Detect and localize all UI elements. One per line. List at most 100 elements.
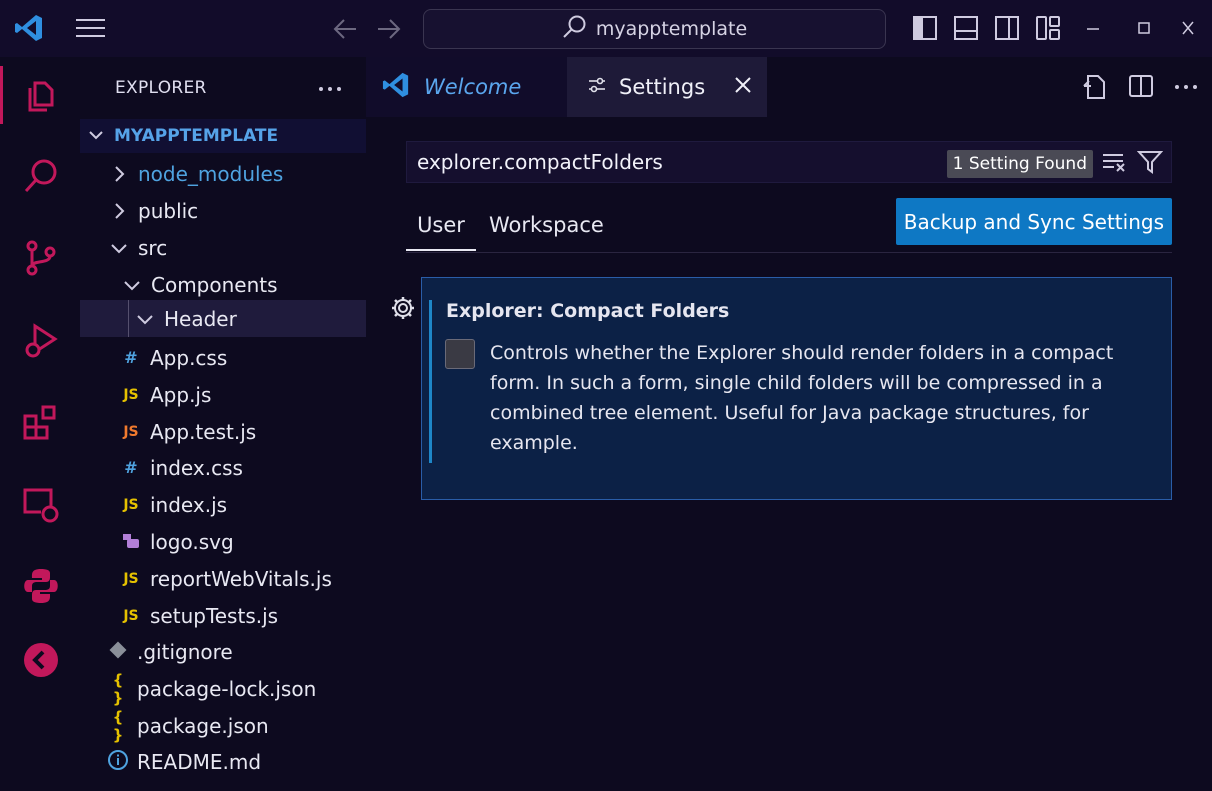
tab-label: Welcome — [424, 75, 522, 99]
tree-item-label: index.js — [150, 492, 228, 517]
settings-found-badge: 1 Setting Found — [946, 150, 1093, 178]
open-settings-json-icon[interactable] — [1080, 73, 1108, 105]
indent-guide — [128, 300, 129, 337]
tree-item-index-js[interactable]: JS index.js — [80, 486, 366, 523]
tree-item-public[interactable]: public — [80, 192, 366, 229]
sidebar-header: EXPLORER — [80, 57, 366, 119]
tree-item-src[interactable]: src — [80, 229, 366, 266]
setting-gear-icon[interactable] — [390, 295, 416, 325]
workspace-root-label: MYAPPTEMPLATE — [114, 126, 279, 146]
toggle-primary-sidebar-icon[interactable] — [912, 15, 938, 45]
tree-item-label: package.json — [137, 713, 269, 738]
title-bar: myapptemplate — [0, 0, 1212, 57]
css-file-icon: # — [124, 458, 138, 477]
explorer-sidebar: EXPLORER MYAPPTEMPLATE node_modules publ… — [80, 57, 366, 791]
tree-item-label: App.test.js — [150, 419, 257, 444]
close-window-icon[interactable] — [1181, 18, 1195, 42]
toggle-secondary-sidebar-icon[interactable] — [994, 15, 1020, 45]
tree-item-label: reportWebVitals.js — [150, 566, 332, 591]
tree-item-label: README.md — [137, 749, 262, 774]
workspace-root-folder[interactable]: MYAPPTEMPLATE — [80, 119, 366, 153]
customize-layout-icon[interactable] — [1035, 15, 1061, 45]
settings-search-input[interactable]: explorer.compactFolders 1 Setting Found — [406, 141, 1172, 183]
js-file-icon: JS — [123, 570, 139, 587]
tree-item-report-web-vitals[interactable]: JS reportWebVitals.js — [80, 560, 366, 597]
chevron-right-icon — [110, 165, 128, 183]
run-and-debug-icon[interactable] — [18, 317, 64, 363]
chevron-right-icon — [110, 202, 128, 220]
js-test-file-icon: JS — [123, 423, 139, 440]
json-file-icon: { } — [112, 670, 124, 707]
tree-item-app-js[interactable]: JS App.js — [80, 376, 366, 413]
command-center-text: myapptemplate — [595, 18, 748, 40]
settings-scope-tabs: User Workspace Backup and Sync Settings — [406, 198, 1172, 253]
chevron-down-icon — [88, 126, 104, 146]
scope-tab-workspace[interactable]: Workspace — [489, 213, 604, 249]
tree-item-app-test-js[interactable]: JS App.test.js — [80, 413, 366, 450]
toggle-panel-icon[interactable] — [953, 15, 979, 45]
chevron-down-icon — [110, 242, 128, 254]
vscode-logo-icon — [14, 13, 44, 47]
extensions-icon[interactable] — [18, 399, 64, 445]
kite-icon[interactable] — [18, 637, 64, 683]
explorer-icon[interactable] — [0, 66, 64, 124]
js-file-icon: JS — [123, 496, 139, 513]
command-center-search[interactable]: myapptemplate — [423, 9, 886, 49]
tree-item-header[interactable]: Header — [80, 300, 366, 337]
tree-item-label: package-lock.json — [137, 676, 317, 701]
tree-item-label: App.js — [150, 382, 212, 407]
close-tab-icon[interactable] — [733, 75, 753, 100]
minimize-icon[interactable] — [1086, 18, 1100, 42]
tree-item-app-css[interactable]: # App.css — [80, 339, 366, 376]
forward-arrow-icon[interactable] — [376, 17, 402, 45]
tree-item-gitignore[interactable]: .gitignore — [80, 633, 366, 670]
tree-item-setup-tests[interactable]: JS setupTests.js — [80, 597, 366, 634]
scope-tab-user[interactable]: User — [406, 213, 476, 251]
tree-item-package-json[interactable]: { } package.json — [80, 707, 366, 744]
setting-focus-bar — [429, 300, 432, 463]
back-arrow-icon[interactable] — [332, 17, 358, 45]
tree-item-label: index.css — [150, 455, 243, 480]
search-actions — [1101, 149, 1164, 180]
clear-search-icon[interactable] — [1101, 149, 1127, 180]
info-icon — [107, 749, 129, 775]
filter-icon[interactable] — [1136, 149, 1164, 180]
more-actions-icon[interactable] — [318, 78, 342, 98]
vscode-logo-icon — [382, 71, 410, 104]
tree-item-index-css[interactable]: # index.css — [80, 449, 366, 486]
tree-item-label: Header — [164, 306, 237, 331]
search-icon — [562, 14, 588, 45]
tree-item-package-lock[interactable]: { } package-lock.json — [80, 670, 366, 707]
more-actions-icon[interactable] — [1174, 73, 1198, 105]
css-file-icon: # — [124, 348, 138, 367]
search-view-icon[interactable] — [18, 153, 64, 199]
menu-icon[interactable] — [76, 17, 106, 43]
js-file-icon: JS — [123, 607, 139, 624]
tree-item-label: logo.svg — [150, 529, 234, 554]
remote-explorer-icon[interactable] — [18, 481, 64, 527]
tree-item-readme[interactable]: README.md — [80, 743, 366, 780]
chevron-down-icon — [123, 279, 141, 291]
sidebar-title: EXPLORER — [115, 78, 207, 98]
tree-item-label: App.css — [150, 345, 228, 370]
split-editor-icon[interactable] — [1128, 73, 1154, 105]
backup-sync-button[interactable]: Backup and Sync Settings — [895, 198, 1172, 245]
activity-bar — [0, 57, 80, 791]
editor-actions — [1080, 73, 1198, 105]
setting-item-compact-folders: Explorer: Compact Folders Controls wheth… — [421, 277, 1172, 500]
setting-checkbox[interactable] — [445, 339, 475, 369]
tab-settings[interactable]: Settings — [567, 57, 767, 117]
tree-item-label: node_modules — [138, 161, 284, 186]
tab-welcome[interactable]: Welcome — [366, 57, 567, 117]
settings-search-value: explorer.compactFolders — [417, 150, 663, 174]
python-icon[interactable] — [18, 563, 64, 609]
js-file-icon: JS — [123, 386, 139, 403]
tree-item-node-modules[interactable]: node_modules — [80, 155, 366, 192]
maximize-icon[interactable] — [1137, 18, 1151, 42]
source-control-icon[interactable] — [18, 235, 64, 281]
git-icon — [107, 640, 129, 664]
json-file-icon: { } — [112, 707, 124, 744]
svg-file-icon — [120, 530, 142, 554]
tree-item-components[interactable]: Components — [80, 266, 366, 303]
tree-item-logo-svg[interactable]: logo.svg — [80, 523, 366, 560]
